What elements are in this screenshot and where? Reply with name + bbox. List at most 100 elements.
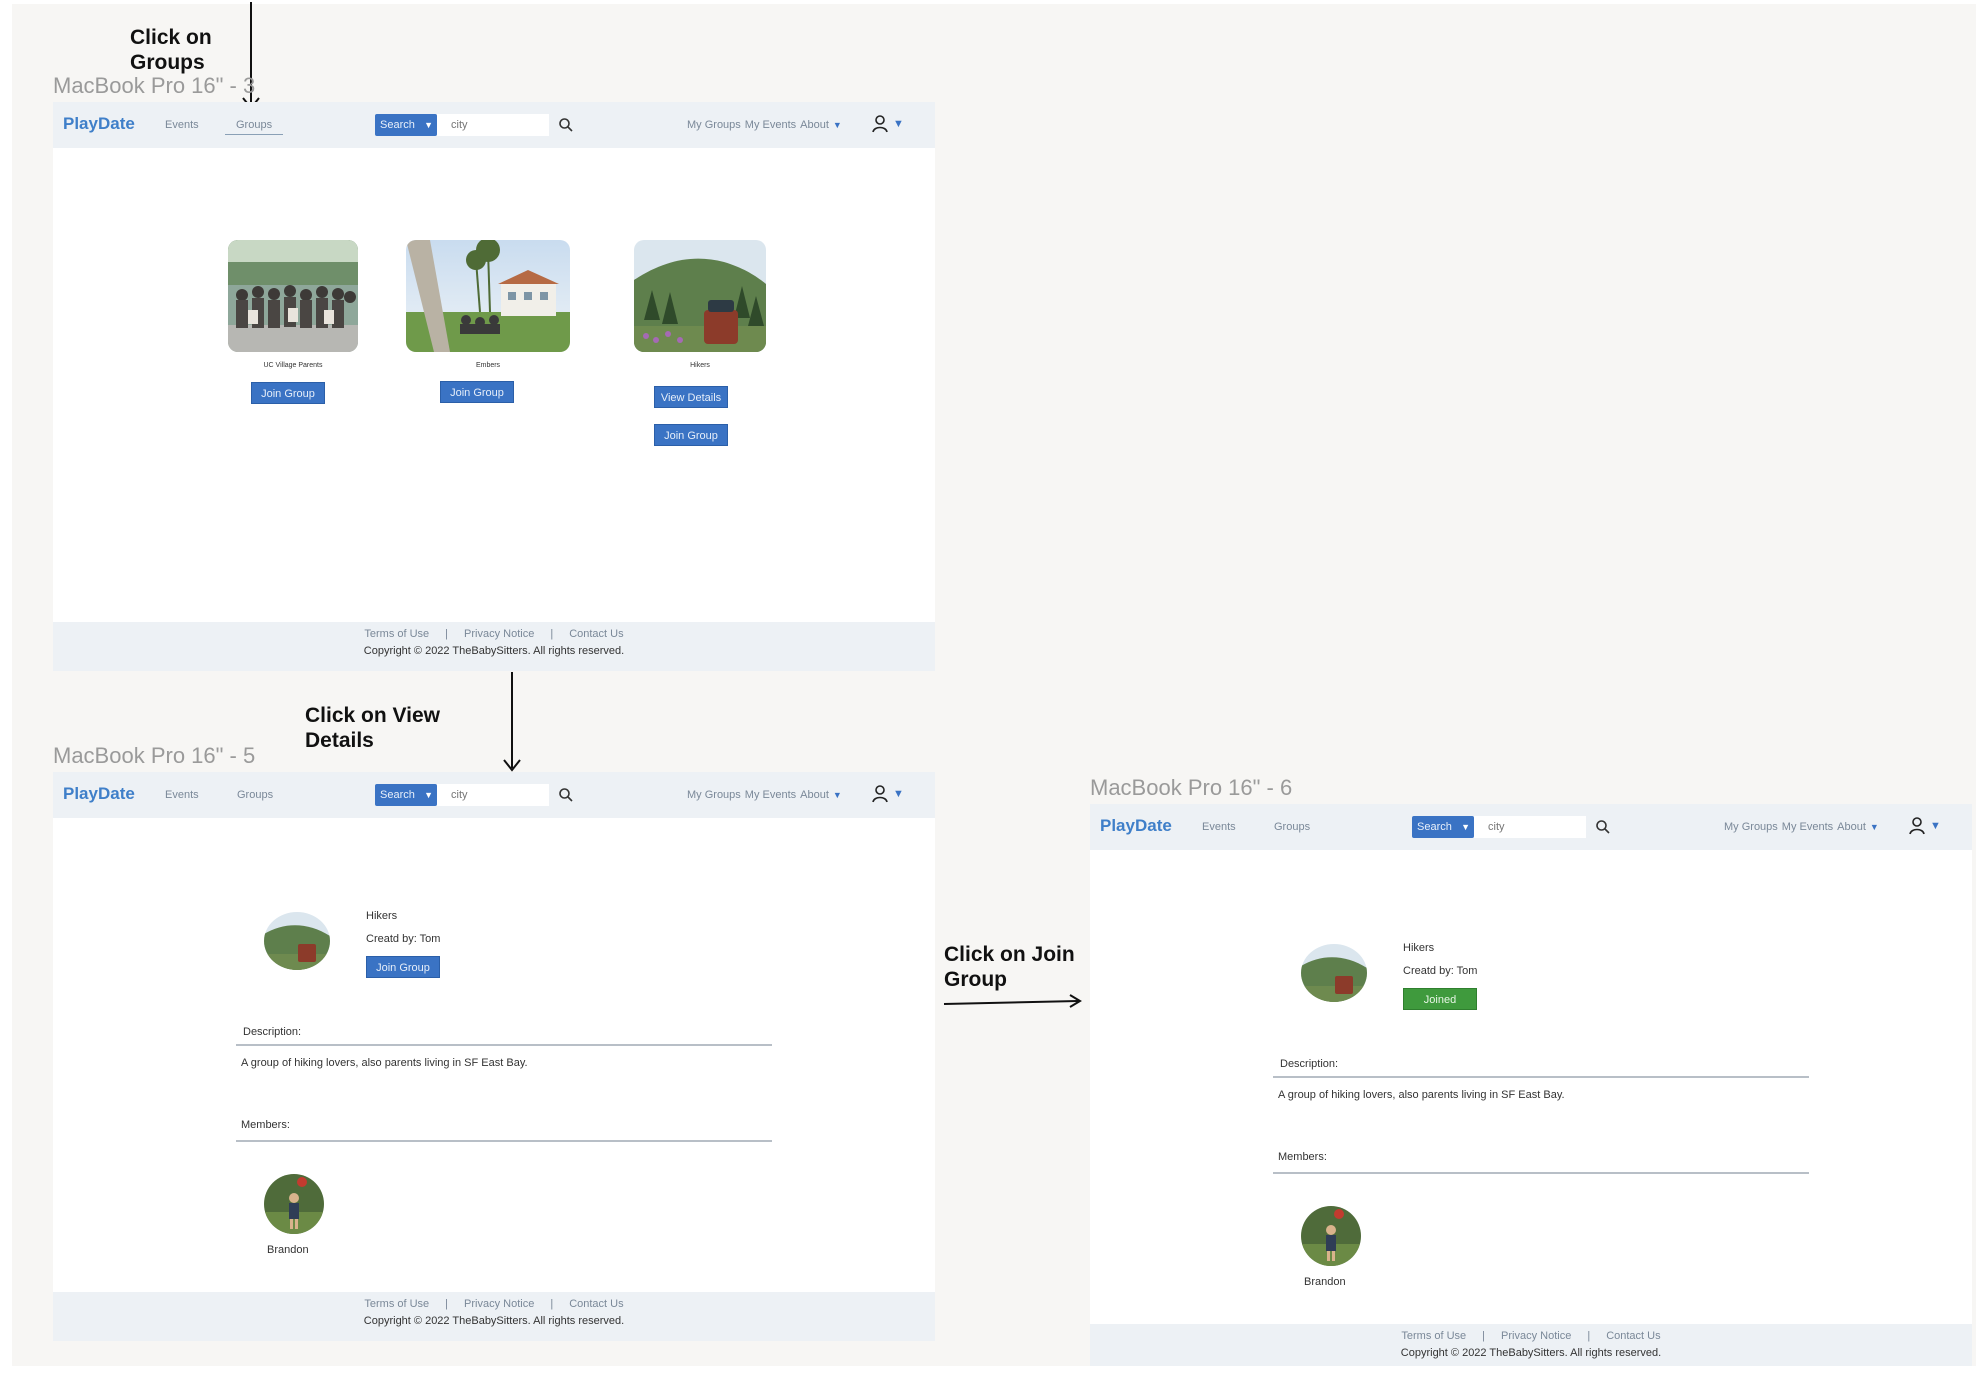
nav-events[interactable]: Events xyxy=(165,119,199,131)
user-icon[interactable] xyxy=(871,114,889,134)
search-button-label: Search xyxy=(1417,821,1452,833)
nav-about[interactable]: About xyxy=(800,789,829,801)
top-nav: PlayDate Events Groups Search ▼ My Groups… xyxy=(53,772,935,818)
section-divider xyxy=(236,1044,772,1046)
group-avatar xyxy=(264,912,330,970)
description-heading: Description: xyxy=(243,1026,302,1038)
top-nav: PlayDate Events Groups Search ▼ My Groups… xyxy=(1090,804,1972,850)
nav-about[interactable]: About xyxy=(800,119,829,131)
about-caret-icon: ▼ xyxy=(1869,822,1879,832)
nav-about[interactable]: About xyxy=(1837,821,1866,833)
member-avatar[interactable] xyxy=(1301,1206,1361,1266)
city-search-input[interactable] xyxy=(437,784,549,806)
group-name: Embers xyxy=(475,362,501,369)
group-creator: Creatd by: Tom xyxy=(1403,965,1478,977)
nav-my-groups[interactable]: My Groups xyxy=(687,789,741,801)
footer-separator: | xyxy=(550,1298,554,1310)
footer-links: Terms of Use | Privacy Notice | Contact Us xyxy=(1090,1330,1972,1342)
privacy-link[interactable]: Privacy Notice xyxy=(464,1298,534,1310)
nav-events[interactable]: Events xyxy=(165,789,199,801)
search-icon[interactable] xyxy=(558,787,574,803)
contact-link[interactable]: Contact Us xyxy=(1606,1330,1660,1342)
member-name: Brandon xyxy=(267,1244,309,1256)
brand-logo[interactable]: PlayDate xyxy=(63,784,135,804)
annotation-line: Click on xyxy=(130,26,212,49)
privacy-link[interactable]: Privacy Notice xyxy=(464,628,534,640)
footer-links: Terms of Use | Privacy Notice | Contact Us xyxy=(53,628,935,640)
group-title: Hikers xyxy=(366,910,398,922)
search-dropdown-button[interactable]: Search ▼ xyxy=(375,114,437,136)
join-group-button[interactable]: Join Group xyxy=(654,424,728,446)
brand-logo[interactable]: PlayDate xyxy=(63,114,135,134)
footer-separator: | xyxy=(1482,1330,1486,1342)
nav-groups[interactable]: Groups xyxy=(237,789,273,801)
group-name: Hikers xyxy=(690,362,710,369)
member-avatar[interactable] xyxy=(264,1174,324,1234)
city-search-input[interactable] xyxy=(1474,816,1586,838)
join-group-button[interactable]: Join Group xyxy=(440,381,514,403)
copyright-text: Copyright © 2022 TheBabySitters. All rig… xyxy=(1400,1347,1662,1359)
nav-my-groups[interactable]: My Groups xyxy=(687,119,741,131)
contact-link[interactable]: Contact Us xyxy=(569,1298,623,1310)
search-button-label: Search xyxy=(380,119,415,131)
annotation-click-join-group: Click on Join Group xyxy=(944,942,1075,992)
privacy-link[interactable]: Privacy Notice xyxy=(1501,1330,1571,1342)
members-heading: Members: xyxy=(241,1119,290,1131)
contact-link[interactable]: Contact Us xyxy=(569,628,623,640)
terms-link[interactable]: Terms of Use xyxy=(364,1298,429,1310)
user-icon[interactable] xyxy=(871,784,889,804)
about-caret-icon: ▼ xyxy=(832,120,842,130)
user-caret-icon[interactable]: ▼ xyxy=(1930,820,1941,832)
description-heading: Description: xyxy=(1280,1058,1339,1070)
frame-label: MacBook Pro 16" - 5 xyxy=(53,743,256,768)
annotation-line: Group xyxy=(944,968,1007,991)
search-icon[interactable] xyxy=(558,117,574,133)
section-divider xyxy=(236,1140,772,1142)
terms-link[interactable]: Terms of Use xyxy=(364,628,429,640)
group-title: Hikers xyxy=(1403,942,1435,954)
user-caret-icon[interactable]: ▼ xyxy=(893,788,904,800)
description-text: A group of hiking lovers, also parents l… xyxy=(241,1057,528,1069)
search-dropdown-button[interactable]: Search ▼ xyxy=(1412,816,1474,838)
group-creator: Creatd by: Tom xyxy=(366,933,441,945)
nav-events[interactable]: Events xyxy=(1202,821,1236,833)
search-icon[interactable] xyxy=(1595,819,1611,835)
nav-my-events[interactable]: My Events xyxy=(745,119,796,131)
frame-group-detail: PlayDate Events Groups Search ▼ My Groups… xyxy=(53,772,935,1341)
nav-my-events[interactable]: My Events xyxy=(1782,821,1833,833)
user-caret-icon[interactable]: ▼ xyxy=(893,118,904,130)
top-nav: PlayDate Events Groups Search ▼ My Groups… xyxy=(53,102,935,148)
right-nav-links: My Groups My Events About ▼ xyxy=(687,119,846,131)
view-details-button[interactable]: View Details xyxy=(654,386,728,408)
frame-groups-list: PlayDate Events Groups Search ▼ My Groups… xyxy=(53,102,935,671)
frame-label: MacBook Pro 16" - 3 xyxy=(53,73,256,98)
group-photo-hikers[interactable] xyxy=(634,240,766,352)
nav-my-groups[interactable]: My Groups xyxy=(1724,821,1778,833)
annotation-line: Click on View xyxy=(305,704,440,727)
terms-link[interactable]: Terms of Use xyxy=(1401,1330,1466,1342)
join-group-button[interactable]: Join Group xyxy=(366,956,440,978)
nav-groups[interactable]: Groups xyxy=(1274,821,1310,833)
footer-links: Terms of Use | Privacy Notice | Contact Us xyxy=(53,1298,935,1310)
joined-button[interactable]: Joined xyxy=(1403,988,1477,1010)
annotation-line: Details xyxy=(305,729,374,752)
right-nav-links: My Groups My Events About ▼ xyxy=(687,789,846,801)
group-photo-embers[interactable] xyxy=(406,240,570,352)
user-icon[interactable] xyxy=(1908,816,1926,836)
frame-group-joined: PlayDate Events Groups Search ▼ My Groups… xyxy=(1090,804,1972,1366)
group-photo-uc-village[interactable] xyxy=(228,240,358,352)
city-search-input[interactable] xyxy=(437,114,549,136)
join-group-button[interactable]: Join Group xyxy=(251,382,325,404)
search-dropdown-button[interactable]: Search ▼ xyxy=(375,784,437,806)
nav-my-events[interactable]: My Events xyxy=(745,789,796,801)
footer-separator: | xyxy=(1587,1330,1591,1342)
members-heading: Members: xyxy=(1278,1151,1327,1163)
brand-logo[interactable]: PlayDate xyxy=(1100,816,1172,836)
caret-down-icon: ▼ xyxy=(1461,822,1470,832)
page-footer: Terms of Use | Privacy Notice | Contact Us C… xyxy=(1090,1324,1972,1366)
section-divider xyxy=(1273,1076,1809,1078)
copyright-text: Copyright © 2022 TheBabySitters. All rig… xyxy=(363,645,625,657)
nav-groups[interactable]: Groups xyxy=(225,119,284,135)
canvas-bottom-edge xyxy=(0,1366,1976,1378)
arrow-to-joined xyxy=(943,994,1082,1008)
